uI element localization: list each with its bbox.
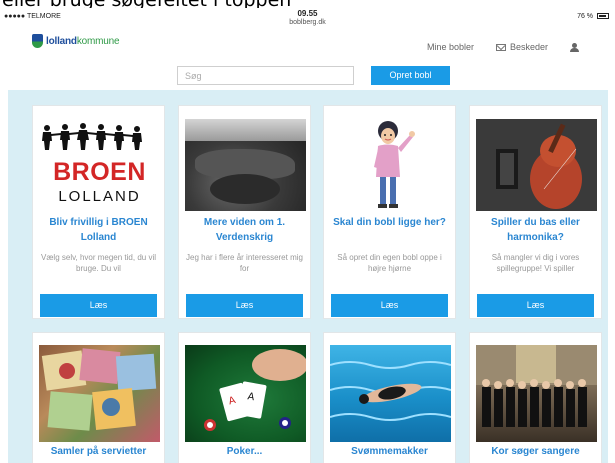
read-button[interactable]: Læs <box>477 294 594 317</box>
read-button[interactable]: Læs <box>186 294 303 317</box>
clock: 09.55 <box>297 9 318 18</box>
battery-percent: 76 % <box>577 13 594 20</box>
person-waving-illustration <box>374 121 415 208</box>
card-title[interactable]: Samler på servietter <box>37 444 160 459</box>
card-image <box>476 345 597 442</box>
logo-shield-icon <box>32 34 43 48</box>
card-title[interactable]: Svømmemakker <box>328 444 451 459</box>
choir-illustration <box>476 345 597 427</box>
bubble-grid: BROEN LOLLAND Bliv frivillig i BROEN Lol… <box>8 90 608 463</box>
card-image: A A <box>185 345 306 442</box>
nav-my-bubbles[interactable]: Mine bobler <box>427 42 474 52</box>
card-description: Jeg har i flere år interesseret mig for <box>186 253 303 273</box>
search-row: Opret bobl <box>0 62 615 90</box>
lolland-logo-text: LOLLAND <box>58 188 141 205</box>
card-image <box>330 119 451 211</box>
logo-text: lollandkommune <box>46 35 120 47</box>
card-description: Vælg selv, hvor megen tid, du vil bruge.… <box>40 253 156 273</box>
logo-text-suffix: kommune <box>76 35 120 47</box>
status-bar: ●●●●● TELMORE 09.55 boblberg.dk 76 % <box>0 8 615 28</box>
napkins-collage <box>41 348 157 431</box>
bubble-card[interactable]: Spiller du bas eller harmonika? Så mangl… <box>469 105 602 319</box>
bubble-card[interactable]: Skal din bobl ligge her? Så opret din eg… <box>323 105 456 319</box>
bubble-card[interactable]: A A Poker... <box>178 332 311 463</box>
url-host: boblberg.dk <box>289 19 326 26</box>
swimmer-illustration <box>330 361 451 421</box>
nav-messages-label: Beskeder <box>509 42 548 52</box>
card-title[interactable]: Spiller du bas eller harmonika? <box>474 215 597 245</box>
card-title[interactable]: Kor søger sangere <box>474 444 597 459</box>
bubble-card[interactable]: Samler på servietter <box>32 332 165 463</box>
card-image <box>476 119 597 211</box>
poker-cards-illustration: A A <box>204 349 306 431</box>
battery-icon <box>597 13 609 20</box>
read-button[interactable]: Læs <box>331 294 448 317</box>
read-button[interactable]: Læs <box>40 294 157 317</box>
battery-status: 76 % <box>577 13 609 20</box>
broen-logo-text: BROEN <box>53 158 146 186</box>
card-description: Så opret din egen bobl oppe i højre hjør… <box>337 253 442 273</box>
card-image <box>185 119 306 211</box>
envelope-icon <box>495 43 506 51</box>
war-sky <box>185 119 306 141</box>
nav-messages[interactable]: Beskeder <box>495 42 548 52</box>
logo-text-main: lolland <box>46 35 77 47</box>
bubble-card[interactable]: Kor søger sangere <box>469 332 602 463</box>
war-crater <box>210 174 280 204</box>
card-title[interactable]: Mere viden om 1. Verdenskrig <box>183 215 306 245</box>
card-description: Så mangler vi dig i vores spillegruppe! … <box>491 253 580 273</box>
double-bass-illustration <box>476 119 597 211</box>
user-icon[interactable] <box>570 42 579 52</box>
bubble-card[interactable]: BROEN LOLLAND Bliv frivillig i BROEN Lol… <box>32 105 165 319</box>
card-title[interactable]: Skal din bobl ligge her? <box>328 215 451 230</box>
card-title[interactable]: Poker... <box>183 444 306 459</box>
card-image <box>330 345 451 442</box>
bubble-card[interactable]: Svømmemakker <box>323 332 456 463</box>
kids-silhouette-icon <box>42 123 142 150</box>
create-bubble-button[interactable]: Opret bobl <box>371 66 450 85</box>
card-image: BROEN LOLLAND <box>39 119 160 211</box>
site-header: lollandkommune Mine bobler Beskeder <box>0 28 615 62</box>
lollandkommune-logo[interactable]: lollandkommune <box>32 33 120 49</box>
header-nav: Mine bobler Beskeder <box>405 42 579 52</box>
card-image <box>39 345 160 442</box>
card-title[interactable]: Bliv frivillig i BROEN Lolland <box>37 215 160 245</box>
status-center: 09.55 boblberg.dk <box>0 9 615 27</box>
search-input[interactable] <box>177 66 354 85</box>
bubble-card[interactable]: Mere viden om 1. Verdenskrig Jeg har i f… <box>178 105 311 319</box>
